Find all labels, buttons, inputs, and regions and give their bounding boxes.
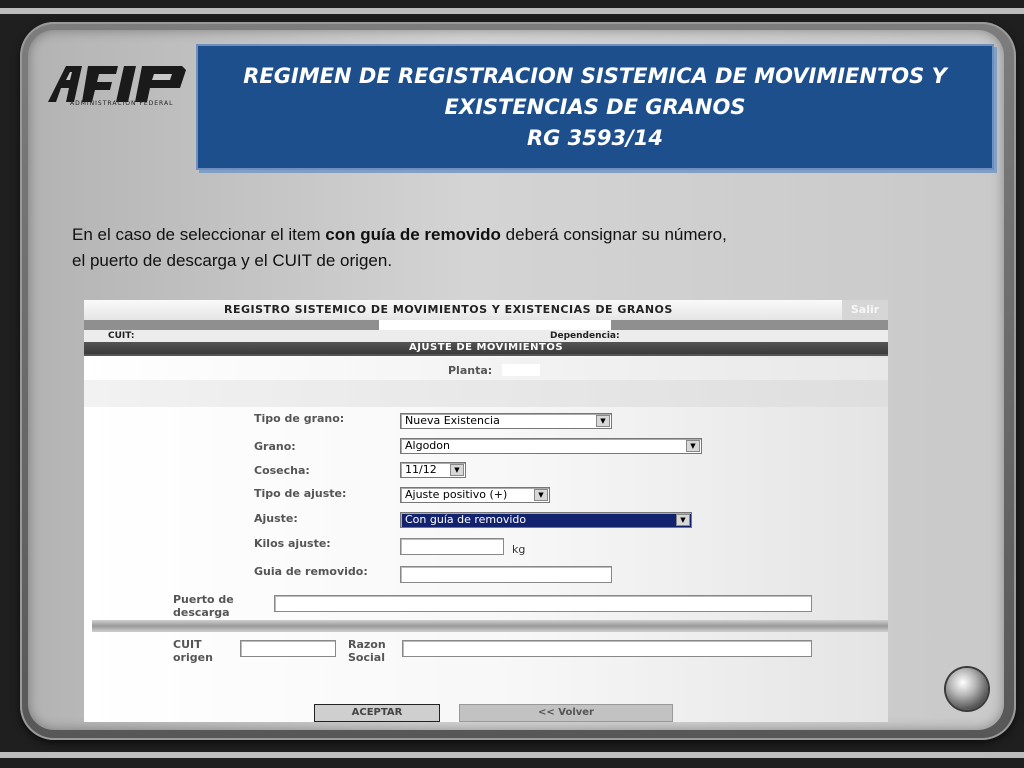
- tipo-ajuste-value: Ajuste positivo (+): [405, 488, 508, 501]
- puerto-descarga-label-line-1: Puerto de: [173, 593, 234, 606]
- form-divider: [92, 620, 888, 632]
- razon-social-label-line-2: Social: [348, 651, 385, 664]
- grano-value: Algodon: [405, 439, 450, 452]
- bottom-stripe: [0, 752, 1024, 758]
- tipo-grano-value: Nueva Existencia: [405, 414, 500, 427]
- razon-social-label: Razon Social: [348, 638, 386, 664]
- section-title: AJUSTE DE MOVIMIENTOS: [84, 342, 888, 354]
- cuit-label: CUIT:: [108, 331, 135, 341]
- chevron-down-icon[interactable]: ▼: [676, 514, 690, 526]
- slide-title-line-1: REGIMEN DE REGISTRACION SISTEMICA DE MOV…: [243, 63, 947, 88]
- puerto-descarga-input[interactable]: [274, 595, 812, 612]
- dependencia-label: Dependencia:: [550, 331, 620, 341]
- cosecha-select[interactable]: 11/12 ▼: [400, 462, 466, 478]
- razon-social-input[interactable]: [402, 640, 812, 657]
- ajuste-select[interactable]: Con guía de removido ▼: [400, 512, 692, 528]
- guia-removido-input[interactable]: [400, 566, 612, 583]
- section-divider: [84, 354, 888, 356]
- slide-title-box: REGIMEN DE REGISTRACION SISTEMICA DE MOV…: [196, 44, 994, 170]
- app-title-bar: REGISTRO SISTEMICO DE MOVIMIENTOS Y EXIS…: [84, 300, 888, 321]
- salir-button[interactable]: Salir: [842, 300, 888, 320]
- logo-subtitle: ADMINISTRACION FEDERAL: [70, 100, 174, 107]
- chevron-down-icon[interactable]: ▼: [534, 489, 548, 501]
- cuit-origen-input[interactable]: [240, 640, 336, 657]
- cuit-origen-label-line-1: CUIT: [173, 638, 202, 651]
- cuit-row: CUIT: Dependencia:: [84, 330, 888, 342]
- kilos-ajuste-input[interactable]: [400, 538, 504, 555]
- tipo-ajuste-select[interactable]: Ajuste positivo (+) ▼: [400, 487, 550, 503]
- accept-button[interactable]: ACEPTAR: [314, 704, 440, 722]
- chevron-down-icon[interactable]: ▼: [596, 415, 610, 427]
- cuit-origen-label: CUIT origen: [173, 638, 213, 664]
- intro-text-start: En el caso de seleccionar el item: [72, 225, 326, 244]
- top-stripe: [0, 8, 1024, 14]
- embedded-app-screenshot: REGISTRO SISTEMICO DE MOVIMIENTOS Y EXIS…: [84, 300, 888, 722]
- cuit-origen-label-line-2: origen: [173, 651, 213, 664]
- separator-band: [84, 380, 888, 407]
- intro-text-bold: con guía de removido: [325, 225, 501, 244]
- tipo-grano-label: Tipo de grano:: [254, 412, 345, 425]
- tipo-ajuste-label: Tipo de ajuste:: [254, 487, 347, 500]
- slide-title-line-3: RG 3593/14: [526, 125, 664, 150]
- slide-title-line-2: EXISTENCIAS DE GRANOS: [444, 94, 746, 119]
- ajuste-label: Ajuste:: [254, 512, 298, 525]
- puerto-descarga-label: Puerto de descarga: [173, 593, 234, 619]
- planta-label: Planta:: [448, 364, 493, 377]
- tipo-grano-select[interactable]: Nueva Existencia ▼: [400, 413, 612, 429]
- kilos-ajuste-label: Kilos ajuste:: [254, 537, 331, 550]
- puerto-descarga-label-line-2: descarga: [173, 606, 230, 619]
- cosecha-value: 11/12: [405, 463, 437, 476]
- guia-removido-label: Guia de removido:: [254, 565, 368, 578]
- back-button[interactable]: << Volver: [459, 704, 673, 722]
- razon-social-label-line-1: Razon: [348, 638, 386, 651]
- grano-label: Grano:: [254, 440, 296, 453]
- intro-text-end: deberá consignar su número,: [500, 225, 727, 244]
- ajuste-value: Con guía de removido: [405, 513, 527, 526]
- header-notch: [379, 320, 611, 330]
- kilos-unit: kg: [512, 543, 526, 556]
- nav-orb-button[interactable]: [946, 668, 988, 710]
- app-title: REGISTRO SISTEMICO DE MOVIMIENTOS Y EXIS…: [224, 303, 673, 316]
- intro-text: En el caso de seleccionar el item con gu…: [72, 222, 892, 274]
- cosecha-label: Cosecha:: [254, 464, 310, 477]
- planta-value: [502, 364, 540, 376]
- intro-text-line-2: el puerto de descarga y el CUIT de orige…: [72, 251, 393, 270]
- chevron-down-icon[interactable]: ▼: [686, 440, 700, 452]
- chevron-down-icon[interactable]: ▼: [450, 464, 464, 476]
- grano-select[interactable]: Algodon ▼: [400, 438, 702, 454]
- planta-row: Planta:: [84, 358, 888, 380]
